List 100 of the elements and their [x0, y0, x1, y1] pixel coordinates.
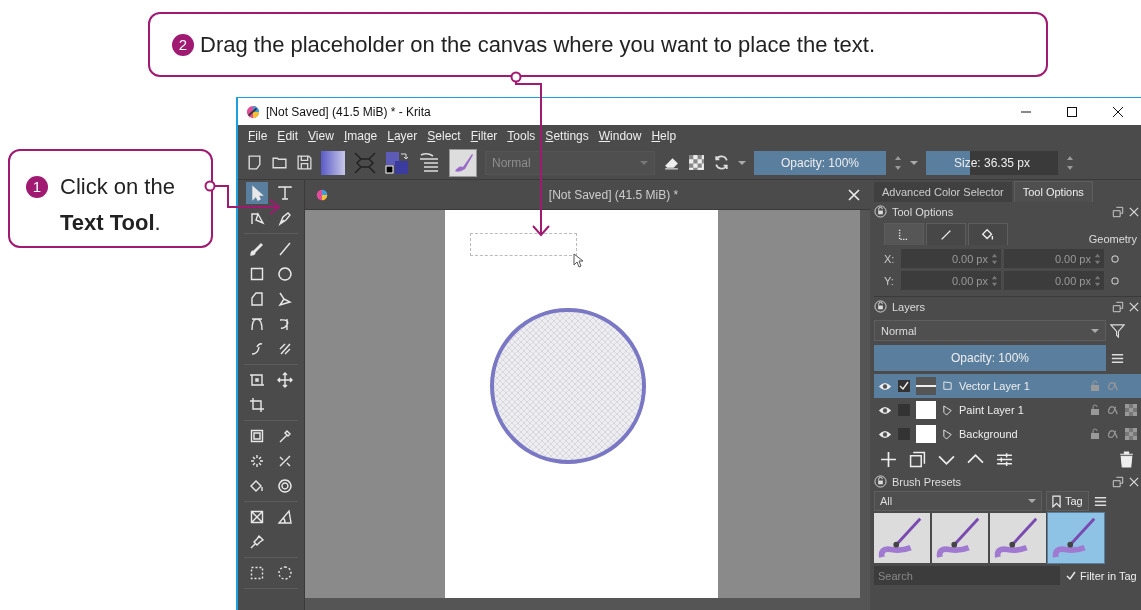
filter-icon[interactable]	[1110, 323, 1125, 338]
sparkle-icon	[249, 453, 265, 469]
brush-preset-thumbnail[interactable]	[932, 513, 988, 563]
pushpin-icon	[249, 534, 265, 550]
brush-preset-thumbnail[interactable]	[874, 513, 930, 563]
menu-item[interactable]: Window	[598, 128, 642, 143]
menu-item[interactable]: Layer	[387, 128, 418, 143]
move-arrows-icon	[277, 372, 293, 388]
brush-preset-thumbnail[interactable]	[990, 513, 1046, 563]
layer-row[interactable]: Paint Layer 1	[874, 398, 1141, 422]
lock-icon[interactable]	[874, 300, 887, 313]
callout-text: Click on the Text Tool.	[60, 173, 176, 237]
layer-checkbox[interactable]	[898, 428, 910, 440]
menu-item[interactable]: Tools	[507, 128, 536, 143]
save-icon[interactable]	[296, 154, 313, 171]
lock-icon[interactable]	[874, 475, 887, 488]
menu-item[interactable]: Select	[427, 128, 461, 143]
close-icon[interactable]	[1129, 301, 1139, 312]
layer-name: Vector Layer 1	[959, 380, 1030, 392]
preset-list-icon[interactable]	[417, 150, 441, 175]
search-field[interactable]: Search	[874, 566, 1060, 585]
bezier-curve-icon	[249, 316, 265, 332]
menu-item[interactable]: Filter	[470, 128, 498, 143]
menu-item[interactable]: Settings	[545, 128, 589, 143]
alpha-icon[interactable]	[1107, 428, 1119, 440]
line-icon	[277, 241, 293, 257]
option-tab[interactable]	[968, 223, 1008, 245]
caret-icon[interactable]	[910, 158, 918, 167]
layer-thumbnail	[916, 425, 936, 443]
rectangle-icon	[249, 266, 265, 282]
field-label: Y:	[884, 274, 895, 287]
alpha-icon[interactable]	[1107, 404, 1119, 416]
layer-row[interactable]: Background	[874, 422, 1141, 446]
assistant-icon	[249, 509, 265, 525]
color-swap-icon[interactable]	[385, 150, 409, 175]
reload-icon[interactable]	[713, 154, 730, 171]
number-field[interactable]: 0.00 px	[901, 249, 1001, 268]
eye-icon[interactable]	[878, 404, 892, 416]
menu-item[interactable]: Help	[651, 128, 677, 143]
brush-preset-thumbnail[interactable]	[1048, 513, 1104, 563]
filter-in-tag-checkbox[interactable]: Filter in Tag	[1066, 569, 1137, 582]
tag-filter-dropdown[interactable]: All	[874, 491, 1042, 511]
panel-title: Layers	[892, 300, 927, 313]
close-icon[interactable]	[1129, 476, 1139, 487]
number-field[interactable]: 0.00 px	[1004, 271, 1104, 290]
sliders-icon[interactable]	[996, 450, 1013, 468]
dock-tab[interactable]: Advanced Color Selector	[874, 182, 1012, 202]
checkerboard-icon[interactable]	[1125, 428, 1137, 440]
menu-item[interactable]: Image	[343, 128, 378, 143]
rectangle-select-icon	[249, 565, 265, 581]
trash-icon[interactable]	[1118, 450, 1135, 468]
new-document-icon[interactable]	[246, 154, 263, 171]
vertical-scrollbar[interactable]	[860, 210, 870, 598]
arrow-pointer-icon	[249, 185, 265, 201]
layer-thumbnail	[916, 377, 936, 395]
brush-preset-button[interactable]	[449, 148, 477, 177]
layer-checkbox[interactable]	[898, 380, 910, 392]
blend-mode-dropdown[interactable]: Normal	[874, 320, 1106, 341]
link-icon[interactable]	[1111, 275, 1119, 286]
link-icon[interactable]	[1111, 253, 1119, 264]
layer-row[interactable]: Vector Layer 1	[874, 374, 1141, 398]
lock-icon[interactable]	[874, 205, 887, 218]
menu-item[interactable]: View	[308, 128, 334, 143]
eye-icon[interactable]	[878, 380, 892, 392]
float-icon[interactable]	[1112, 300, 1124, 313]
checkerboard-icon[interactable]	[688, 154, 705, 171]
layer-checkbox[interactable]	[898, 404, 910, 416]
ellipse-select-icon	[277, 565, 293, 581]
horizontal-scrollbar[interactable]	[305, 598, 870, 610]
dock-tab[interactable]: Tool Options	[1013, 181, 1093, 202]
plus-icon[interactable]	[880, 450, 897, 468]
caret-icon[interactable]	[738, 158, 746, 167]
text-tool-icon	[277, 185, 293, 201]
caret-icon	[640, 158, 648, 167]
number-field[interactable]: 0.00 px	[901, 271, 1001, 290]
checkmark-icon	[1066, 570, 1076, 581]
gradient-swatch[interactable]	[321, 150, 345, 175]
pen-nib-icon	[277, 210, 293, 226]
opacity-slider[interactable]: Opacity: 100%	[874, 345, 1106, 371]
float-icon[interactable]	[1112, 475, 1124, 488]
opacity-slider[interactable]: Opacity: 100%	[754, 150, 886, 175]
menu-item[interactable]: Edit	[277, 128, 299, 143]
number-field[interactable]: 0.00 px	[1004, 249, 1104, 268]
close-icon[interactable]	[1129, 206, 1139, 217]
polyline-icon	[277, 291, 293, 307]
panel-title: Brush Presets	[892, 475, 963, 488]
close-icon	[1112, 105, 1124, 118]
duplicate-icon[interactable]	[909, 450, 926, 468]
polygon-icon	[249, 291, 265, 307]
close-icon[interactable]	[848, 188, 860, 201]
tool-button[interactable]	[246, 182, 268, 204]
lock-icon[interactable]	[1089, 428, 1101, 440]
menu-item[interactable]: File	[248, 128, 268, 143]
paint-bucket-icon	[249, 478, 265, 494]
eye-icon[interactable]	[878, 428, 892, 440]
float-icon[interactable]	[1112, 205, 1124, 218]
tag-button[interactable]: Tag	[1046, 491, 1089, 511]
lock-icon[interactable]	[1089, 404, 1101, 416]
checkerboard-icon[interactable]	[1125, 404, 1137, 416]
step-number-badge: 1	[26, 176, 48, 198]
